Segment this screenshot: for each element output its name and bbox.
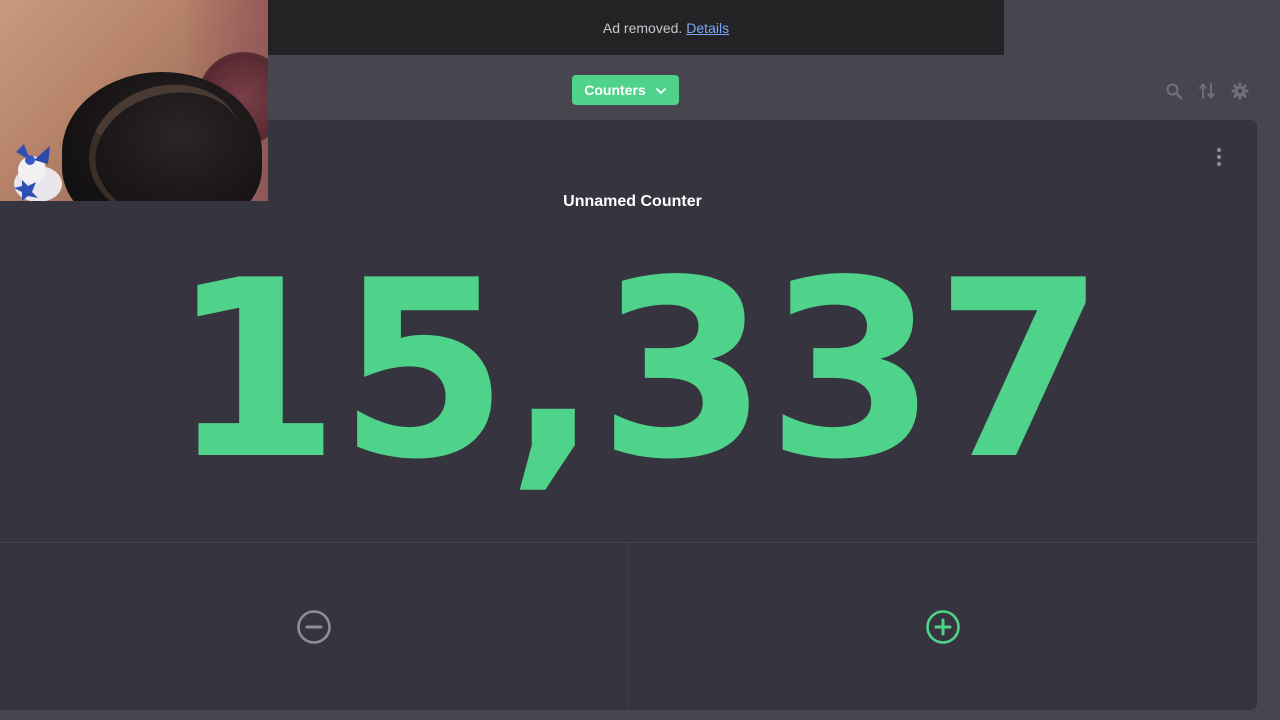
search-icon[interactable]: [1163, 80, 1185, 102]
ad-removed-banner: Ad removed. Details: [268, 0, 1004, 55]
counter-value: 15,337: [169, 228, 1105, 513]
toy-figure-image: [14, 144, 62, 201]
ad-details-link[interactable]: Details: [686, 20, 729, 36]
counters-dropdown-label: Counters: [584, 82, 646, 98]
minus-circle-icon: [296, 609, 331, 644]
increment-button[interactable]: [628, 543, 1257, 710]
sort-icon[interactable]: [1196, 80, 1218, 102]
toolbar-icon-group: [1163, 80, 1251, 102]
webcam-overlay: [0, 0, 268, 201]
counters-dropdown-button[interactable]: Counters: [572, 75, 679, 105]
plus-circle-icon: [925, 609, 960, 644]
ad-removed-text: Ad removed.: [602, 19, 683, 36]
chevron-down-icon: [655, 84, 667, 96]
decrement-button[interactable]: [0, 543, 627, 710]
more-options-icon[interactable]: [1208, 144, 1230, 170]
settings-gear-icon[interactable]: [1229, 80, 1251, 102]
app-page: Ad removed. Details Counters Unnamed Cou…: [0, 0, 1280, 720]
counter-card: Unnamed Counter 15,337: [0, 120, 1257, 710]
